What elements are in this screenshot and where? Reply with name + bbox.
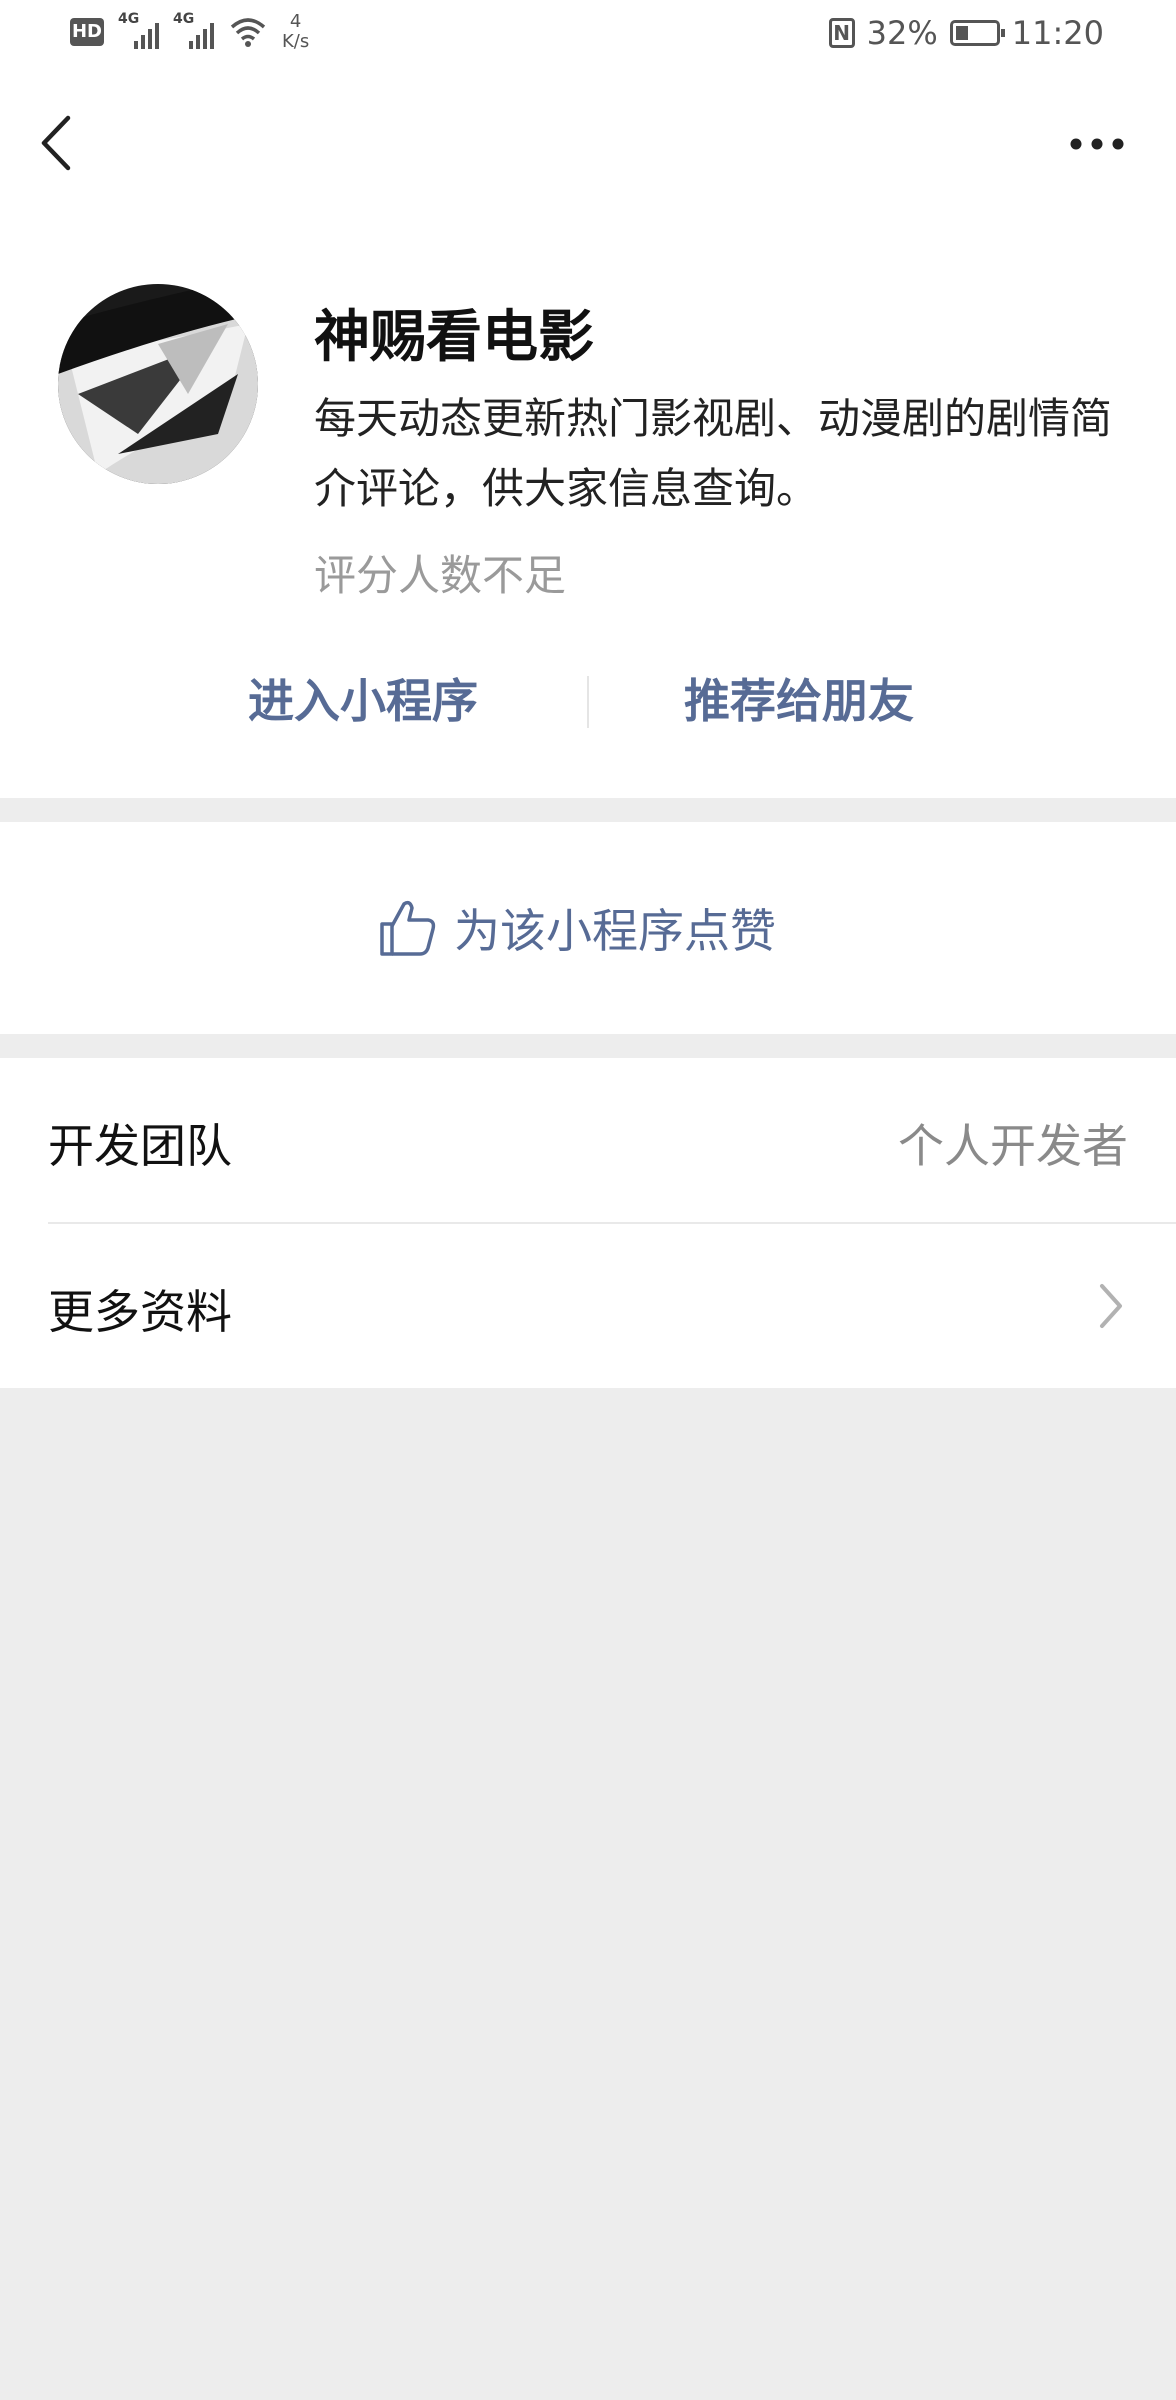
more-horizontal-icon	[1070, 138, 1124, 150]
enter-mini-program-button[interactable]: 进入小程序	[248, 656, 478, 746]
status-right-icons: N 32% 11:20	[828, 14, 1104, 52]
wifi-icon	[230, 18, 266, 47]
sim1-network-label: 4G	[118, 11, 140, 27]
info-card: 开发团队 个人开发者 更多资料	[0, 1058, 1176, 1388]
battery-icon	[949, 20, 1005, 46]
profile-actions: 进入小程序 推荐给朋友	[0, 656, 1176, 746]
like-card: 为该小程序点赞	[0, 822, 1176, 1034]
network-speed-value: 4	[289, 11, 302, 32]
sim2-network-label: 4G	[173, 11, 195, 27]
developer-team-row: 开发团队 个人开发者	[0, 1058, 1176, 1222]
developer-team-label: 开发团队	[48, 1119, 232, 1173]
battery-percent: 32%	[866, 14, 938, 52]
more-info-label: 更多资料	[48, 1285, 232, 1339]
recommend-to-friend-button[interactable]: 推荐给朋友	[684, 656, 914, 746]
profile-card: 神赐看电影 每天动态更新热门影视剧、动漫剧的剧情简介评论，供大家信息查询。 评分…	[0, 212, 1176, 798]
network-speed-unit: K/s	[282, 31, 310, 52]
chevron-left-icon	[41, 115, 71, 171]
thumbs-up-icon	[380, 900, 436, 956]
actions-divider	[587, 676, 589, 728]
sim2-signal-icon: 4G	[173, 11, 214, 49]
more-info-row[interactable]: 更多资料	[0, 1224, 1176, 1388]
chevron-right-icon	[1100, 1284, 1122, 1328]
developer-team-value: 个人开发者	[898, 1119, 1128, 1173]
app-avatar	[58, 284, 258, 484]
avatar-image	[58, 284, 258, 484]
like-label: 为该小程序点赞	[454, 904, 776, 958]
nfc-icon: N	[828, 18, 855, 48]
more-button[interactable]	[1062, 124, 1132, 164]
nav-bar	[0, 72, 1176, 212]
status-left-icons: HD 4G 4G 4 K/s	[70, 11, 309, 52]
status-bar: HD 4G 4G 4 K/s N 32% 11:20	[0, 0, 1176, 72]
app-description: 每天动态更新热门影视剧、动漫剧的剧情简介评论，供大家信息查询。	[314, 394, 1113, 513]
hd-badge: HD	[70, 18, 104, 46]
back-button[interactable]	[30, 108, 86, 178]
clock-time: 11:20	[1011, 14, 1104, 52]
sim1-signal-icon: 4G	[118, 11, 159, 49]
network-speed: 4 K/s	[282, 12, 309, 52]
rating-text: 评分人数不足	[314, 551, 567, 600]
like-mini-program-button[interactable]: 为该小程序点赞	[376, 890, 776, 966]
app-name: 神赐看电影	[314, 305, 594, 370]
